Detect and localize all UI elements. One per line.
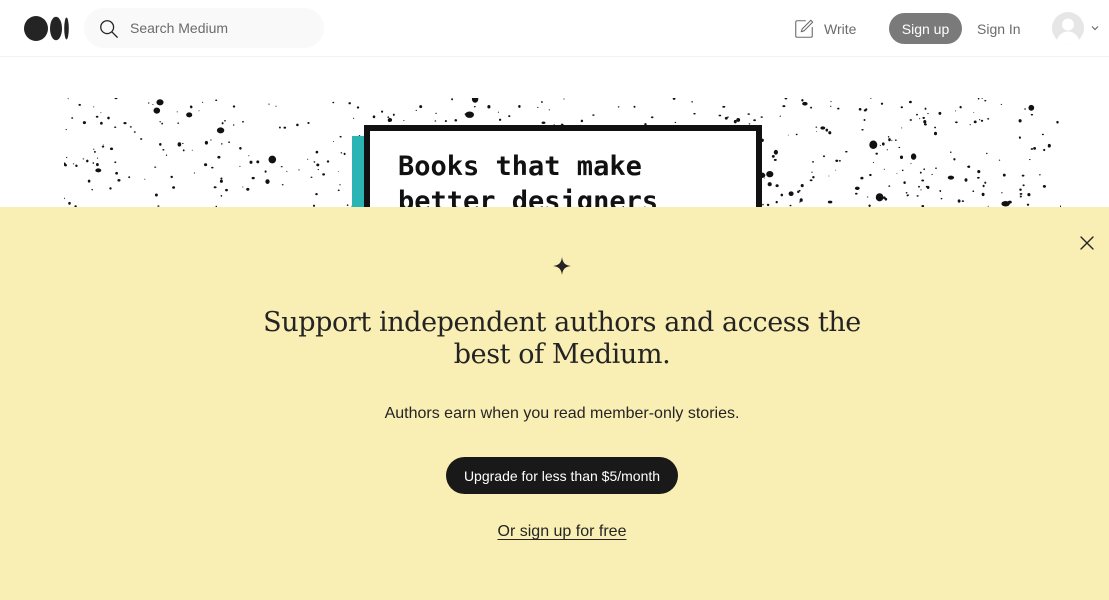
book-cover: Books that make better designers bbox=[364, 125, 762, 207]
paywall-subtext: Authors earn when you read member-only s… bbox=[384, 405, 740, 422]
top-navigation-bar: Write Sign up Sign In bbox=[0, 0, 1109, 57]
sign-in-link[interactable]: Sign In bbox=[977, 18, 1021, 40]
sparkle-icon bbox=[553, 257, 571, 275]
pencil-square-icon bbox=[795, 19, 814, 38]
paywall-headline: Support independent authors and access t… bbox=[263, 307, 861, 370]
membership-paywall: Support independent authors and access t… bbox=[0, 207, 1109, 600]
write-button[interactable]: Write bbox=[793, 16, 856, 42]
close-icon[interactable] bbox=[1077, 233, 1097, 253]
profile-menu[interactable] bbox=[1052, 12, 1100, 44]
medium-logo[interactable] bbox=[24, 16, 70, 41]
upgrade-button[interactable]: Upgrade for less than $5/month bbox=[446, 457, 678, 494]
user-avatar-icon bbox=[1052, 12, 1084, 44]
search-icon[interactable] bbox=[98, 18, 120, 40]
search-input[interactable] bbox=[130, 8, 310, 48]
search-bar bbox=[84, 8, 324, 48]
article-hero-image: Books that make better designers bbox=[64, 98, 1061, 207]
chevron-down-icon bbox=[1091, 26, 1099, 31]
write-label: Write bbox=[824, 21, 857, 37]
book-title: Books that make better designers bbox=[398, 151, 659, 207]
sign-up-free-link[interactable]: Or sign up for free bbox=[454, 523, 670, 541]
book-spine-accent bbox=[352, 136, 364, 207]
sign-up-button[interactable]: Sign up bbox=[889, 13, 962, 44]
